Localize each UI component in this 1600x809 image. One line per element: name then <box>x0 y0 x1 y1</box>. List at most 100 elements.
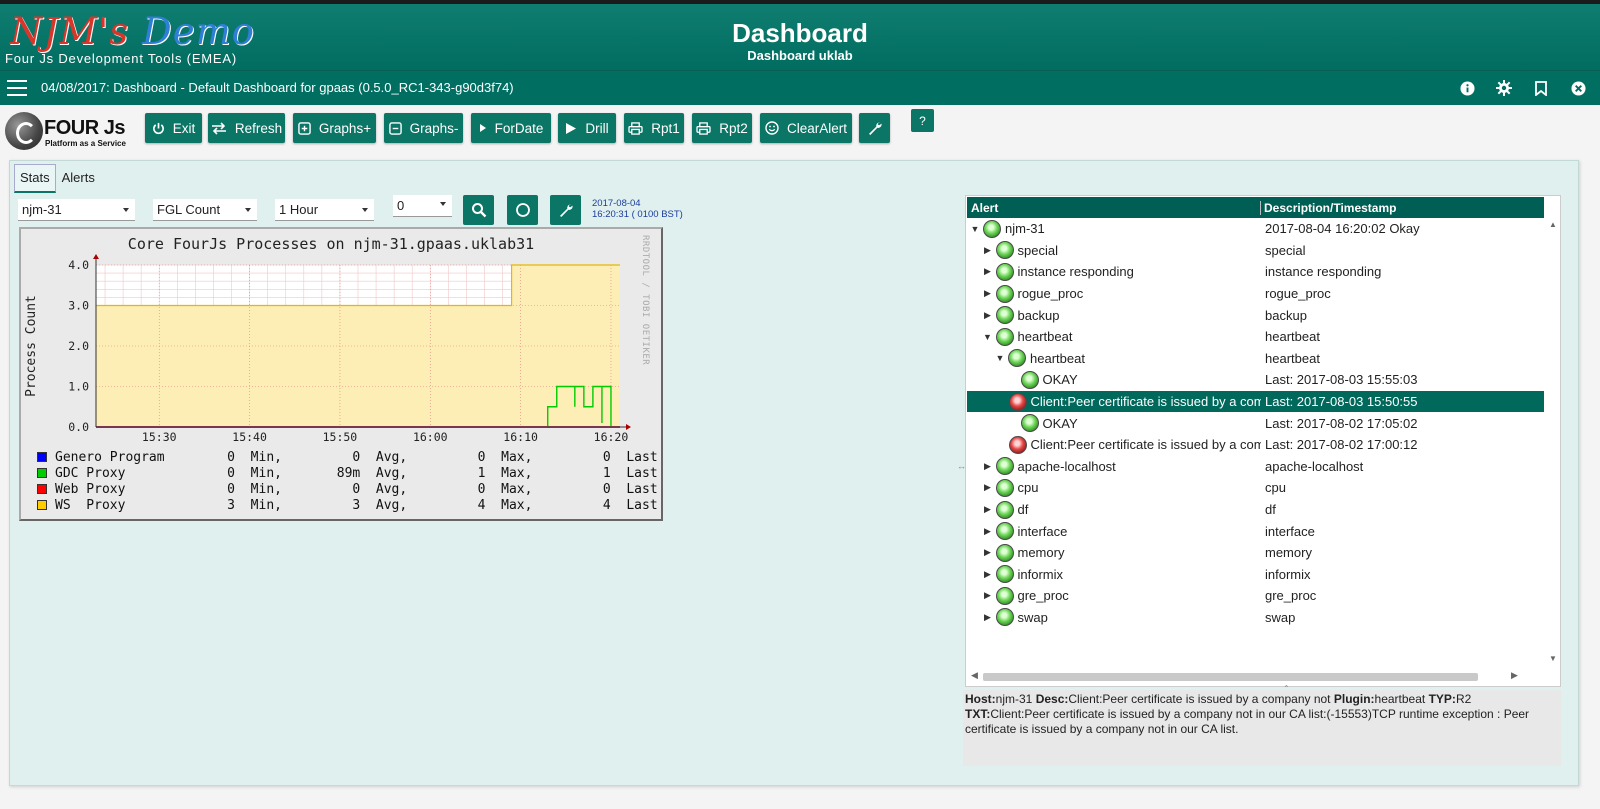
tree-row[interactable]: ▶ rogue_proc rogue_proc <box>967 283 1544 305</box>
play-icon <box>566 122 577 134</box>
tree-row[interactable]: ▶ special special <box>967 240 1544 262</box>
menu-icon[interactable] <box>7 80 27 96</box>
tree-row-name: Client:Peer certificate is issued by a c… <box>1030 394 1262 410</box>
expand-arrow-icon[interactable]: ▶ <box>982 288 994 299</box>
tree-row[interactable]: Client:Peer certificate is issued by a c… <box>967 390 1544 413</box>
exit-button[interactable]: Exit <box>145 113 202 143</box>
tree-row-name: memory <box>1017 545 1065 561</box>
scroll-thumb[interactable] <box>983 673 1478 681</box>
tree-row[interactable]: ▶ backup backup <box>967 304 1544 326</box>
info-icon[interactable] <box>1457 78 1477 98</box>
tree-row[interactable]: ▶ cpu cpu <box>967 477 1544 499</box>
tree-row-alert-cell: ▶ instance responding <box>967 261 1261 283</box>
status-red-icon <box>1008 435 1027 454</box>
status-green-icon <box>1020 370 1039 389</box>
tree-horizontal-scrollbar[interactable]: ◀ ▶ <box>967 668 1524 684</box>
tree-row[interactable]: ▶ df df <box>967 499 1544 521</box>
scroll-down-icon[interactable]: ▼ <box>1549 654 1557 663</box>
scroll-up-icon[interactable]: ▲ <box>1549 220 1557 229</box>
app-header: NJM's Demo Four Js Development Tools (EM… <box>0 0 1600 70</box>
legend-text: WS Proxy 3 Min, 3 Avg, 4 Max, 4 Last <box>55 497 658 513</box>
tree-row[interactable]: ▼ heartbeat heartbeat <box>967 326 1544 348</box>
tree-row[interactable]: ▶ apache-localhost apache-localhost <box>967 456 1544 478</box>
drill-button[interactable]: Drill <box>558 113 616 143</box>
detail-desc: Client:Peer certificate is issued by a c… <box>1068 692 1331 706</box>
tree-row[interactable]: ▶ instance responding instance responding <box>967 261 1544 283</box>
expand-arrow-icon[interactable]: ▶ <box>982 504 994 515</box>
expand-arrow-icon[interactable]: ▶ <box>982 266 994 277</box>
scroll-left-icon[interactable]: ◀ <box>971 670 978 681</box>
tree-row-name: informix <box>1017 566 1064 582</box>
tree-vertical-scrollbar[interactable]: ▲ ▼ <box>1545 218 1560 666</box>
expand-arrow-icon[interactable]: ▶ <box>982 310 994 321</box>
tree-row[interactable]: ▶ memory memory <box>967 542 1544 564</box>
expand-arrow-icon[interactable]: ▶ <box>982 526 994 537</box>
column-header-alert[interactable]: Alert <box>967 200 1261 215</box>
tree-row-alert-cell: ▶ apache-localhost <box>967 456 1261 478</box>
expand-arrow-icon[interactable]: ▶ <box>982 612 994 623</box>
collapse-arrow-icon[interactable]: ▼ <box>969 224 981 234</box>
chart-credit: RRDTOOL / TOBI OETIKER <box>640 235 650 366</box>
tab-stats[interactable]: Stats <box>14 164 56 193</box>
exit-button-label: Exit <box>172 120 196 136</box>
wrench-icon <box>559 204 573 217</box>
tree-row[interactable]: ▶ gre_proc gre_proc <box>967 585 1544 607</box>
vertical-splitter[interactable]: ↔ <box>957 461 966 471</box>
refresh-button[interactable]: Refresh <box>208 113 285 143</box>
tree-row-name: gre_proc <box>1017 588 1069 604</box>
tree-row[interactable]: ▶ swap swap <box>967 607 1544 629</box>
tree-row[interactable]: OKAY Last: 2017-08-02 17:05:02 <box>967 412 1544 434</box>
tree-row-name: instance responding <box>1017 264 1134 280</box>
scroll-right-icon[interactable]: ▶ <box>1511 670 1518 681</box>
rpt1-button[interactable]: Rpt1 <box>624 113 684 143</box>
rpt2-button[interactable]: Rpt2 <box>692 113 752 143</box>
tree-row[interactable]: OKAY Last: 2017-08-03 15:55:03 <box>967 369 1544 391</box>
tree-row[interactable]: ▼ njm-31 2017-08-04 16:20:02 Okay <box>967 218 1544 240</box>
metric-select[interactable]: FGL Count <box>153 199 257 221</box>
tools-button[interactable] <box>859 113 890 143</box>
column-header-description[interactable]: Description/Timestamp <box>1261 201 1396 215</box>
tree-row-description: Last: 2017-08-02 17:00:12 <box>1265 437 1418 453</box>
legend-text: Web Proxy 0 Min, 0 Avg, 0 Max, 0 Last <box>55 481 658 497</box>
tree-row-description: gre_proc <box>1265 588 1317 604</box>
tree-row-name: rogue_proc <box>1017 286 1084 302</box>
reset-button[interactable] <box>507 195 538 225</box>
tab-alerts[interactable]: Alerts <box>56 164 101 193</box>
fordate-button[interactable]: ForDate <box>471 113 551 143</box>
collapse-arrow-icon[interactable]: ▼ <box>982 332 994 342</box>
alert-detail: Host:njm-31 Desc:Client:Peer certificate… <box>963 690 1561 766</box>
offset-select[interactable]: 0 <box>393 195 452 217</box>
gear-icon[interactable] <box>1494 78 1514 98</box>
expand-arrow-icon[interactable]: ▶ <box>982 590 994 601</box>
host-select[interactable]: njm-31 <box>18 199 135 221</box>
tree-row-name: swap <box>1017 609 1048 625</box>
tree-row[interactable]: Client:Peer certificate is issued by a c… <box>967 434 1544 456</box>
help-button[interactable]: ? <box>911 109 934 132</box>
tree-row-alert-cell: Client:Peer certificate is issued by a c… <box>967 391 1261 413</box>
clear-alert-button[interactable]: ClearAlert <box>760 113 852 143</box>
status-green-icon <box>995 543 1014 562</box>
tree-row-alert-cell: ▶ backup <box>967 304 1261 326</box>
tree-row[interactable]: ▶ interface interface <box>967 520 1544 542</box>
settings-wrench-button[interactable] <box>550 195 581 225</box>
collapse-arrow-icon[interactable]: ▼ <box>994 353 1006 363</box>
expand-arrow-icon[interactable]: ▶ <box>982 482 994 493</box>
status-green-icon <box>995 262 1014 281</box>
search-button[interactable] <box>463 195 494 225</box>
chevron-down-icon <box>245 208 251 212</box>
expand-arrow-icon[interactable]: ▶ <box>982 569 994 580</box>
bookmark-icon[interactable] <box>1531 78 1551 98</box>
legend-row: GDC Proxy 0 Min, 89m Avg, 1 Max, 1 Last <box>37 465 658 481</box>
graphs-plus-button[interactable]: Graphs+ <box>293 113 376 143</box>
tree-row-description: Last: 2017-08-02 17:05:02 <box>1265 415 1418 431</box>
expand-arrow-icon[interactable]: ▶ <box>982 245 994 256</box>
graphs-minus-button[interactable]: Graphs- <box>384 113 463 143</box>
tree-row[interactable]: ▼ heartbeat heartbeat <box>967 348 1544 370</box>
expand-arrow-icon[interactable]: ▶ <box>982 547 994 558</box>
expand-arrow-icon[interactable]: ▶ <box>982 461 994 472</box>
period-select[interactable]: 1 Hour <box>275 199 374 221</box>
tree-row-name: backup <box>1017 307 1060 323</box>
close-icon[interactable] <box>1568 78 1588 98</box>
y-tick-label: 0.0 <box>68 420 89 434</box>
tree-row[interactable]: ▶ informix informix <box>967 564 1544 586</box>
